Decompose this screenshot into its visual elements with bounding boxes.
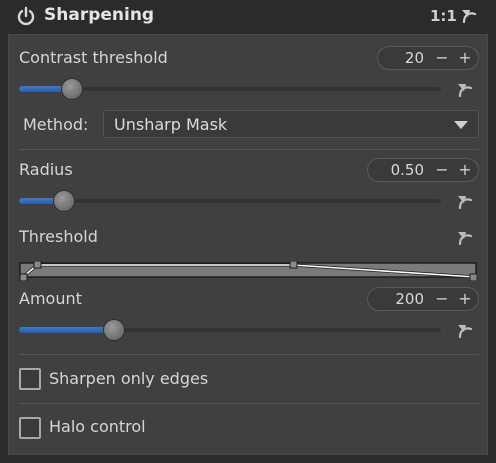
divider <box>19 354 479 355</box>
panel-header: Sharpening 1:1 <box>0 0 496 34</box>
slider-track <box>19 199 441 203</box>
method-dropdown[interactable]: Unsharp Mask <box>103 110 479 138</box>
method-label: Method: <box>23 115 89 134</box>
amount-reset-icon[interactable] <box>456 323 476 339</box>
contrast-threshold-value[interactable]: 20 <box>386 49 424 67</box>
threshold-reset-icon[interactable] <box>456 230 476 246</box>
contrast-threshold-label: Contrast threshold <box>19 48 168 67</box>
divider <box>19 403 479 404</box>
chevron-down-icon <box>454 121 468 129</box>
slider-fill <box>19 327 115 333</box>
amount-plus-button[interactable]: + <box>456 289 474 309</box>
divider <box>19 149 479 150</box>
power-icon[interactable] <box>16 6 36 26</box>
amount-spinbox[interactable]: 200 − + <box>367 287 479 311</box>
curve-point[interactable] <box>469 273 477 281</box>
radius-spinbox[interactable]: 0.50 − + <box>367 158 479 182</box>
radius-reset-icon[interactable] <box>456 194 476 210</box>
amount-value[interactable]: 200 <box>376 290 424 308</box>
threshold-label: Threshold <box>19 227 98 246</box>
radius-minus-button[interactable]: − <box>433 160 451 180</box>
radius-plus-button[interactable]: + <box>456 160 474 180</box>
panel-title: Sharpening <box>44 5 155 25</box>
sharpening-panel: Contrast threshold 20 − + Method: Unshar… <box>8 34 488 455</box>
amount-minus-button[interactable]: − <box>433 289 451 309</box>
slider-knob[interactable] <box>52 190 75 212</box>
contrast-threshold-spinbox[interactable]: 20 − + <box>377 46 479 70</box>
halo-control-label[interactable]: Halo control <box>49 417 146 436</box>
contrast-threshold-slider[interactable] <box>19 78 441 100</box>
contrast-threshold-reset-icon[interactable] <box>456 82 476 98</box>
threshold-curve-editor[interactable] <box>19 261 477 281</box>
ratio-label[interactable]: 1:1 <box>430 7 457 25</box>
curve-point[interactable] <box>19 273 28 281</box>
curve-point[interactable] <box>33 261 42 269</box>
method-value: Unsharp Mask <box>114 115 228 134</box>
radius-label: Radius <box>19 160 73 179</box>
slider-knob[interactable] <box>103 319 126 341</box>
contrast-threshold-minus-button[interactable]: − <box>433 48 451 68</box>
sharpen-only-edges-label[interactable]: Sharpen only edges <box>49 369 208 388</box>
radius-value[interactable]: 0.50 <box>376 161 424 179</box>
halo-control-checkbox[interactable] <box>19 417 41 439</box>
curve-point[interactable] <box>289 261 298 269</box>
sharpen-only-edges-checkbox[interactable] <box>19 368 41 390</box>
amount-slider[interactable] <box>19 319 441 341</box>
contrast-threshold-plus-button[interactable]: + <box>456 48 474 68</box>
slider-knob[interactable] <box>61 78 84 100</box>
amount-label: Amount <box>19 289 82 308</box>
reset-icon[interactable] <box>460 8 480 24</box>
radius-slider[interactable] <box>19 190 441 212</box>
